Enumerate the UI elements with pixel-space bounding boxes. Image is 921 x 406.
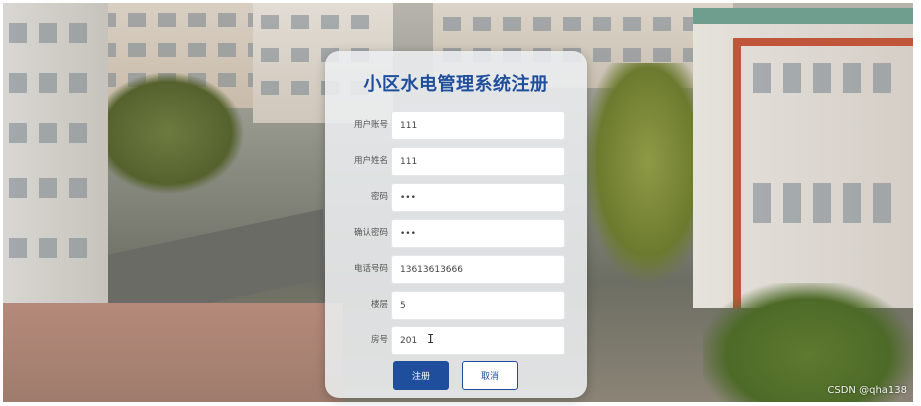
building-windows <box>261 15 381 29</box>
floor-input[interactable] <box>391 291 565 320</box>
floor-label: 楼层 <box>370 300 388 310</box>
building-windows <box>443 17 713 31</box>
background-plaza <box>3 303 343 402</box>
form-title: 小区水电管理系统注册 <box>363 74 549 95</box>
building-windows <box>753 63 903 93</box>
building-windows <box>9 23 99 43</box>
background-building <box>3 3 108 303</box>
account-input[interactable] <box>391 111 565 140</box>
field-row-room: 房号 I <box>325 326 587 355</box>
phone-label: 电话号码 <box>353 264 388 274</box>
building-roof <box>693 8 913 24</box>
watermark: CSDN @qha138 <box>827 385 907 396</box>
register-form-card: 小区水电管理系统注册 用户账号 用户姓名 密码 确认密码 电话号码 楼层 房号 <box>325 51 587 398</box>
field-row-name: 用户姓名 <box>325 147 587 176</box>
background-tree <box>93 73 243 193</box>
field-row-floor: 楼层 <box>325 291 587 320</box>
password-label: 密码 <box>370 192 388 202</box>
building-windows <box>753 183 903 223</box>
building-trim <box>733 38 913 46</box>
text-cursor-icon: I <box>427 332 435 346</box>
room-label: 房号 <box>370 335 388 345</box>
name-label: 用户姓名 <box>353 156 388 166</box>
building-windows <box>9 73 99 93</box>
building-windows <box>9 178 99 198</box>
room-input[interactable] <box>391 326 565 355</box>
account-label: 用户账号 <box>353 120 388 130</box>
page: 小区水电管理系统注册 用户账号 用户姓名 密码 确认密码 电话号码 楼层 房号 <box>0 0 921 406</box>
field-row-account: 用户账号 <box>325 111 587 140</box>
phone-input[interactable] <box>391 255 565 284</box>
password-input[interactable] <box>391 183 565 212</box>
field-row-password: 密码 <box>325 183 587 212</box>
confirm-password-input[interactable] <box>391 219 565 248</box>
building-trim <box>733 38 741 308</box>
building-windows <box>9 238 99 258</box>
cancel-button[interactable]: 取消 <box>462 361 518 390</box>
register-button[interactable]: 注册 <box>393 361 449 390</box>
field-row-phone: 电话号码 <box>325 255 587 284</box>
confirm-password-label: 确认密码 <box>353 228 388 238</box>
name-input[interactable] <box>391 147 565 176</box>
field-row-confirm-password: 确认密码 <box>325 219 587 248</box>
background-building <box>693 8 913 308</box>
building-windows <box>9 123 99 143</box>
